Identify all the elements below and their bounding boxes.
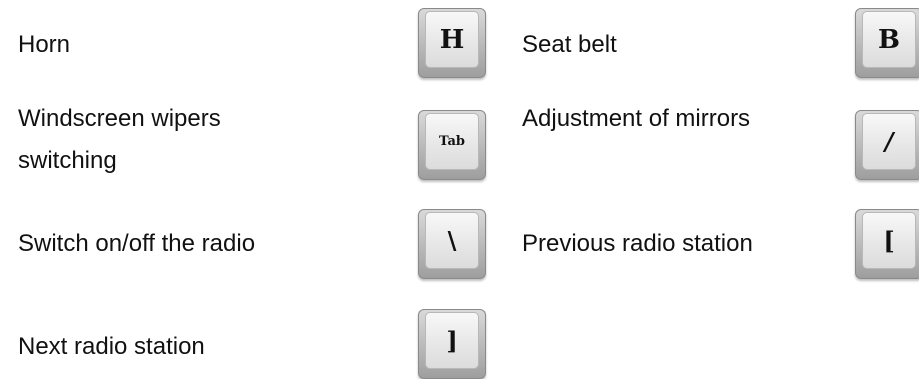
radio-toggle-key[interactable]: \ [418,209,486,279]
key-tab-glyph: Tab [425,113,479,170]
key-slash-glyph: / [862,113,916,170]
next-station-key[interactable]: ] [418,309,486,379]
radio-toggle-label: Switch on/off the radio [18,230,256,257]
previous-station-label: Previous radio station [522,230,753,257]
wipers-label-line2: switching [18,147,117,174]
wipers-label-line1: Windscreen wipers [18,105,221,132]
seat-belt-label: Seat belt [522,31,617,58]
next-station-label: Next radio station [18,333,205,360]
wipers-key[interactable]: Tab [418,110,486,180]
key-backslash-glyph: \ [425,212,479,269]
key-right-bracket-glyph: ] [425,312,479,369]
key-h-glyph: H [425,11,479,68]
key-b-glyph: B [862,11,916,68]
horn-key[interactable]: H [418,8,486,78]
previous-station-key[interactable]: [ [855,209,919,279]
seat-belt-key[interactable]: B [855,8,919,78]
mirrors-key[interactable]: / [855,110,919,180]
mirrors-label: Adjustment of mirrors [522,105,751,132]
key-left-bracket-glyph: [ [862,212,916,269]
horn-label: Horn [18,31,71,58]
